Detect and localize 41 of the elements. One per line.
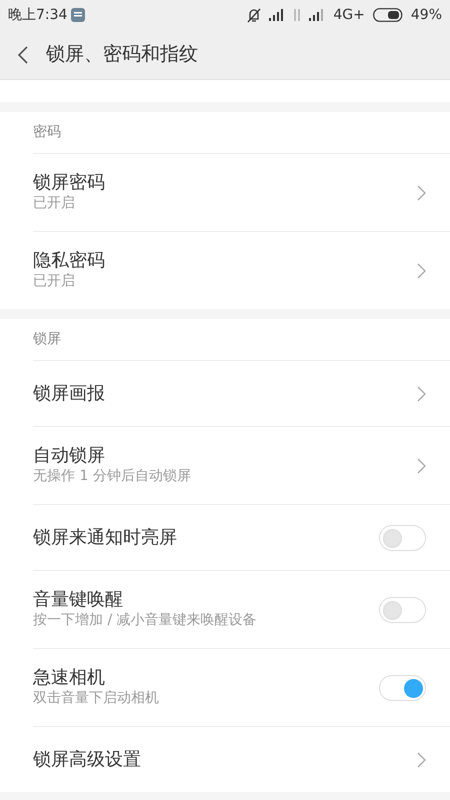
battery-icon: [372, 8, 403, 22]
row-title: 急速相机: [33, 666, 106, 690]
chevron-icon: [417, 184, 426, 200]
status-time: 晚上7:34: [8, 6, 68, 24]
section-header: 密码: [32, 123, 62, 142]
battery-percent: 49%: [410, 6, 442, 24]
row-subtitle: 按一下增加 / 减小音量键来唤醒设备: [33, 611, 258, 630]
settings-row[interactable]: 自动锁屏 无操作 1 分钟后自动锁屏: [33, 426, 450, 504]
row-title: 锁屏密码: [33, 171, 106, 194]
data-arrows-icon: [293, 9, 302, 21]
toggle-switch[interactable]: [379, 674, 426, 700]
settings-row[interactable]: 音量键唤醒 按一下增加 / 减小音量键来唤醒设备: [33, 570, 450, 648]
settings-row[interactable]: 锁屏画报: [33, 360, 450, 426]
row-title: 音量键唤醒: [33, 588, 124, 612]
row-title: 锁屏来通知时亮屏: [33, 526, 178, 550]
settings-row[interactable]: 锁屏密码 已开启: [33, 153, 450, 231]
settings-row[interactable]: 急速相机 双击音量下启动相机: [33, 648, 450, 726]
toggle-switch[interactable]: [379, 596, 426, 622]
row-title: 隐私密码: [33, 249, 106, 272]
chevron-icon: [417, 262, 426, 278]
row-subtitle: 无操作 1 分钟后自动锁屏: [33, 467, 192, 486]
notification-icon: [71, 8, 86, 22]
row-title: 自动锁屏: [33, 444, 106, 468]
row-title: 锁屏画报: [33, 382, 106, 406]
signal-icon: [309, 9, 326, 21]
row-subtitle: 已开启: [33, 272, 76, 292]
chevron-icon: [417, 458, 426, 474]
row-title: 锁屏高级设置: [33, 748, 142, 772]
chevron-icon: [417, 386, 426, 402]
mute-icon: [247, 8, 262, 22]
section-header: 锁屏: [32, 330, 62, 349]
network-type: 4G+: [333, 6, 365, 24]
settings-row[interactable]: 锁屏来通知时亮屏: [33, 504, 450, 570]
signal-icon: [269, 9, 286, 21]
row-subtitle: 双击音量下启动相机: [33, 689, 160, 708]
settings-row[interactable]: 隐私密码 已开启: [33, 231, 450, 309]
chevron-icon: [417, 752, 426, 768]
row-subtitle: 已开启: [33, 194, 76, 214]
page-title: 锁屏、密码和指纹: [46, 42, 198, 68]
settings-row[interactable]: 锁屏高级设置: [33, 726, 450, 792]
toggle-switch[interactable]: [379, 524, 426, 550]
